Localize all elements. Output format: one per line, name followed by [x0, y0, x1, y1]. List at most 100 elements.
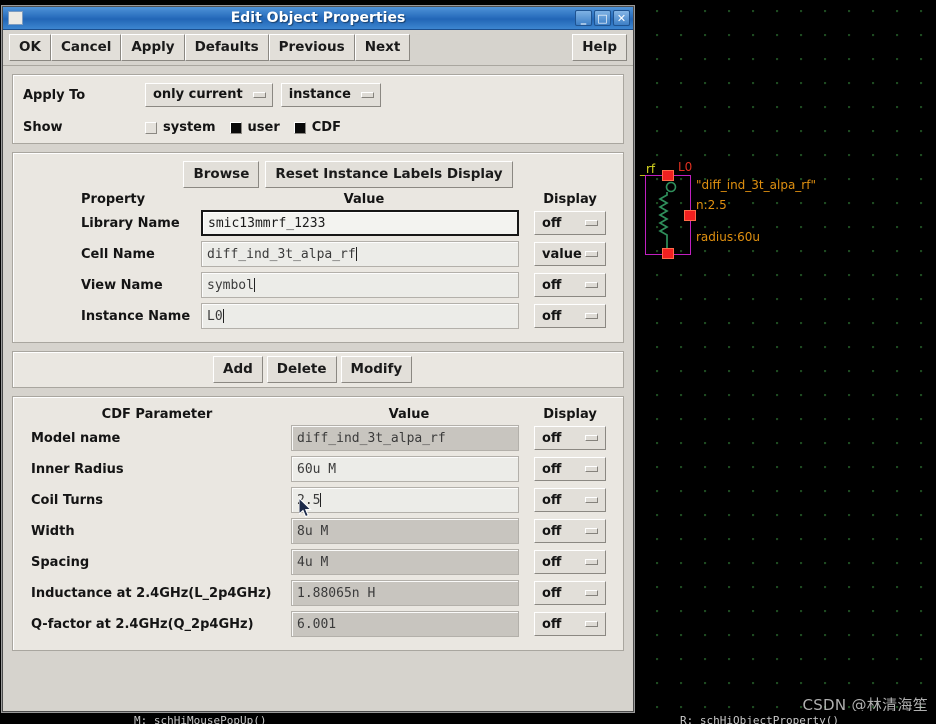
cancel-button[interactable]: Cancel — [50, 34, 122, 61]
library-name-display-wrap: off — [527, 211, 613, 235]
net-label: _rf — [640, 162, 656, 176]
delete-button[interactable]: Delete — [266, 356, 337, 383]
instance-name-label: L0 — [678, 160, 693, 174]
library-name-input[interactable]: smic13mmrf_1233 — [201, 210, 519, 236]
cell-name-input[interactable]: diff_ind_3t_alpa_rf — [201, 241, 519, 267]
coil-turns-input[interactable]: 2.5 — [291, 487, 519, 513]
turns-label: n:2.5 — [696, 198, 727, 212]
table-row: Q-factor at 2.4GHz(Q_2p4GHz) 6.001 off — [23, 611, 613, 637]
width-display-dropdown[interactable]: off — [534, 519, 606, 543]
inductance-input[interactable]: 1.88065n H — [291, 580, 519, 606]
chevron-down-icon — [585, 251, 598, 257]
inner-radius-display-dropdown[interactable]: off — [534, 457, 606, 481]
status-left-binding: M: schHiMousePopUp() — [134, 714, 267, 724]
coil-turns-value: 2.5 — [297, 492, 321, 508]
table-row: Width 8u M off — [23, 518, 613, 544]
model-name-display-dropdown[interactable]: off — [534, 426, 606, 450]
dialog-body: Apply To only current instance Show syst… — [3, 66, 633, 711]
spacing-display-value: off — [542, 554, 562, 570]
apply-target-dropdown[interactable]: instance — [280, 83, 381, 107]
width-display-wrap: off — [527, 519, 613, 543]
spacing-display-wrap: off — [527, 550, 613, 574]
text-caret — [320, 493, 322, 507]
window-title: Edit Object Properties — [230, 10, 406, 26]
show-checkbox-group: system user CDF — [145, 120, 349, 135]
view-name-input[interactable]: symbol — [201, 272, 519, 298]
q-factor-value: 6.001 — [297, 616, 337, 632]
previous-button[interactable]: Previous — [268, 34, 355, 61]
q-factor-input[interactable]: 6.001 — [291, 611, 519, 637]
close-icon[interactable]: ✕ — [613, 10, 630, 26]
maximize-icon[interactable]: □ — [594, 10, 611, 26]
library-name-value: smic13mmrf_1233 — [208, 215, 326, 231]
defaults-button[interactable]: Defaults — [184, 34, 269, 61]
view-name-value: symbol — [207, 277, 254, 293]
symbol-pin-top[interactable] — [662, 170, 674, 181]
q-factor-label: Q-factor at 2.4GHz(Q_2p4GHz) — [31, 616, 254, 632]
instance-name-value: L0 — [207, 308, 223, 324]
cdf-value-column-header: Value — [388, 407, 430, 422]
spacing-display-dropdown[interactable]: off — [534, 550, 606, 574]
chevron-down-icon — [585, 313, 598, 319]
q-factor-display-dropdown[interactable]: off — [534, 612, 606, 636]
table-row: Inductance at 2.4GHz(L_2p4GHz) 1.88065n … — [23, 580, 613, 606]
property-column-header: Property — [81, 192, 146, 207]
checkbox-system-label: system — [163, 120, 216, 135]
instance-name-display-dropdown[interactable]: off — [534, 304, 606, 328]
add-button[interactable]: Add — [213, 356, 263, 383]
q-factor-display-value: off — [542, 616, 562, 632]
text-caret — [355, 247, 357, 261]
apply-scope-dropdown[interactable]: only current — [145, 83, 273, 107]
view-name-display-dropdown[interactable]: off — [534, 273, 606, 297]
spacing-input[interactable]: 4u M — [291, 549, 519, 575]
ok-button[interactable]: OK — [9, 34, 51, 61]
apply-to-label: Apply To — [23, 87, 86, 103]
inner-radius-label: Inner Radius — [31, 461, 124, 477]
show-label: Show — [23, 120, 63, 135]
window-controls: _ □ ✕ — [575, 10, 630, 26]
edit-object-properties-dialog: Edit Object Properties _ □ ✕ OK Cancel A… — [2, 6, 634, 712]
help-button[interactable]: Help — [572, 34, 627, 61]
inner-radius-input[interactable]: 60u M — [291, 456, 519, 482]
reset-instance-labels-button[interactable]: Reset Instance Labels Display — [265, 161, 513, 188]
model-name-display-wrap: off — [527, 426, 613, 450]
spacing-label: Spacing — [31, 554, 90, 570]
chevron-down-icon — [585, 466, 598, 472]
symbol-pin-center-tap[interactable] — [684, 210, 696, 221]
spacing-value: 4u M — [297, 554, 329, 570]
minimize-icon[interactable]: _ — [575, 10, 592, 26]
view-name-label: View Name — [81, 277, 163, 293]
table-row: View Name symbol off — [23, 272, 613, 298]
chevron-down-icon — [585, 497, 598, 503]
modify-button[interactable]: Modify — [340, 356, 413, 383]
symbol-pin-bottom[interactable] — [662, 248, 674, 259]
radius-label: radius:60u — [696, 230, 761, 244]
cell-name-value: diff_ind_3t_alpa_rf — [207, 246, 356, 262]
next-button[interactable]: Next — [354, 34, 411, 61]
checkbox-system[interactable] — [145, 121, 157, 134]
cdf-display-column-header: Display — [543, 407, 597, 422]
inner-radius-display-value: off — [542, 461, 562, 477]
browse-button[interactable]: Browse — [183, 161, 260, 188]
coil-turns-display-dropdown[interactable]: off — [534, 488, 606, 512]
model-name-input[interactable]: diff_ind_3t_alpa_rf — [291, 425, 519, 451]
width-input[interactable]: 8u M — [291, 518, 519, 544]
title-bar[interactable]: Edit Object Properties _ □ ✕ — [3, 7, 633, 30]
checkbox-user[interactable] — [229, 121, 242, 134]
cdf-parameter-column-header: CDF Parameter — [101, 407, 213, 422]
checkbox-cdf-label: CDF — [311, 120, 341, 135]
checkbox-cdf[interactable] — [293, 121, 306, 134]
instance-name-input[interactable]: L0 — [201, 303, 519, 329]
cell-name-display-dropdown[interactable]: value — [534, 242, 606, 266]
property-header-row: Property Value Display — [23, 192, 613, 207]
view-name-display-value: off — [542, 277, 562, 293]
inductance-display-dropdown[interactable]: off — [534, 581, 606, 605]
library-name-display-dropdown[interactable]: off — [534, 211, 606, 235]
chevron-down-icon — [360, 91, 374, 98]
window-menu-icon[interactable] — [8, 11, 23, 25]
chevron-down-icon — [585, 282, 598, 288]
property-group: Browse Reset Instance Labels Display Pro… — [12, 152, 624, 343]
apply-button[interactable]: Apply — [121, 34, 185, 61]
chevron-down-icon — [585, 435, 598, 441]
apply-to-group: Apply To only current instance Show syst… — [12, 74, 624, 144]
